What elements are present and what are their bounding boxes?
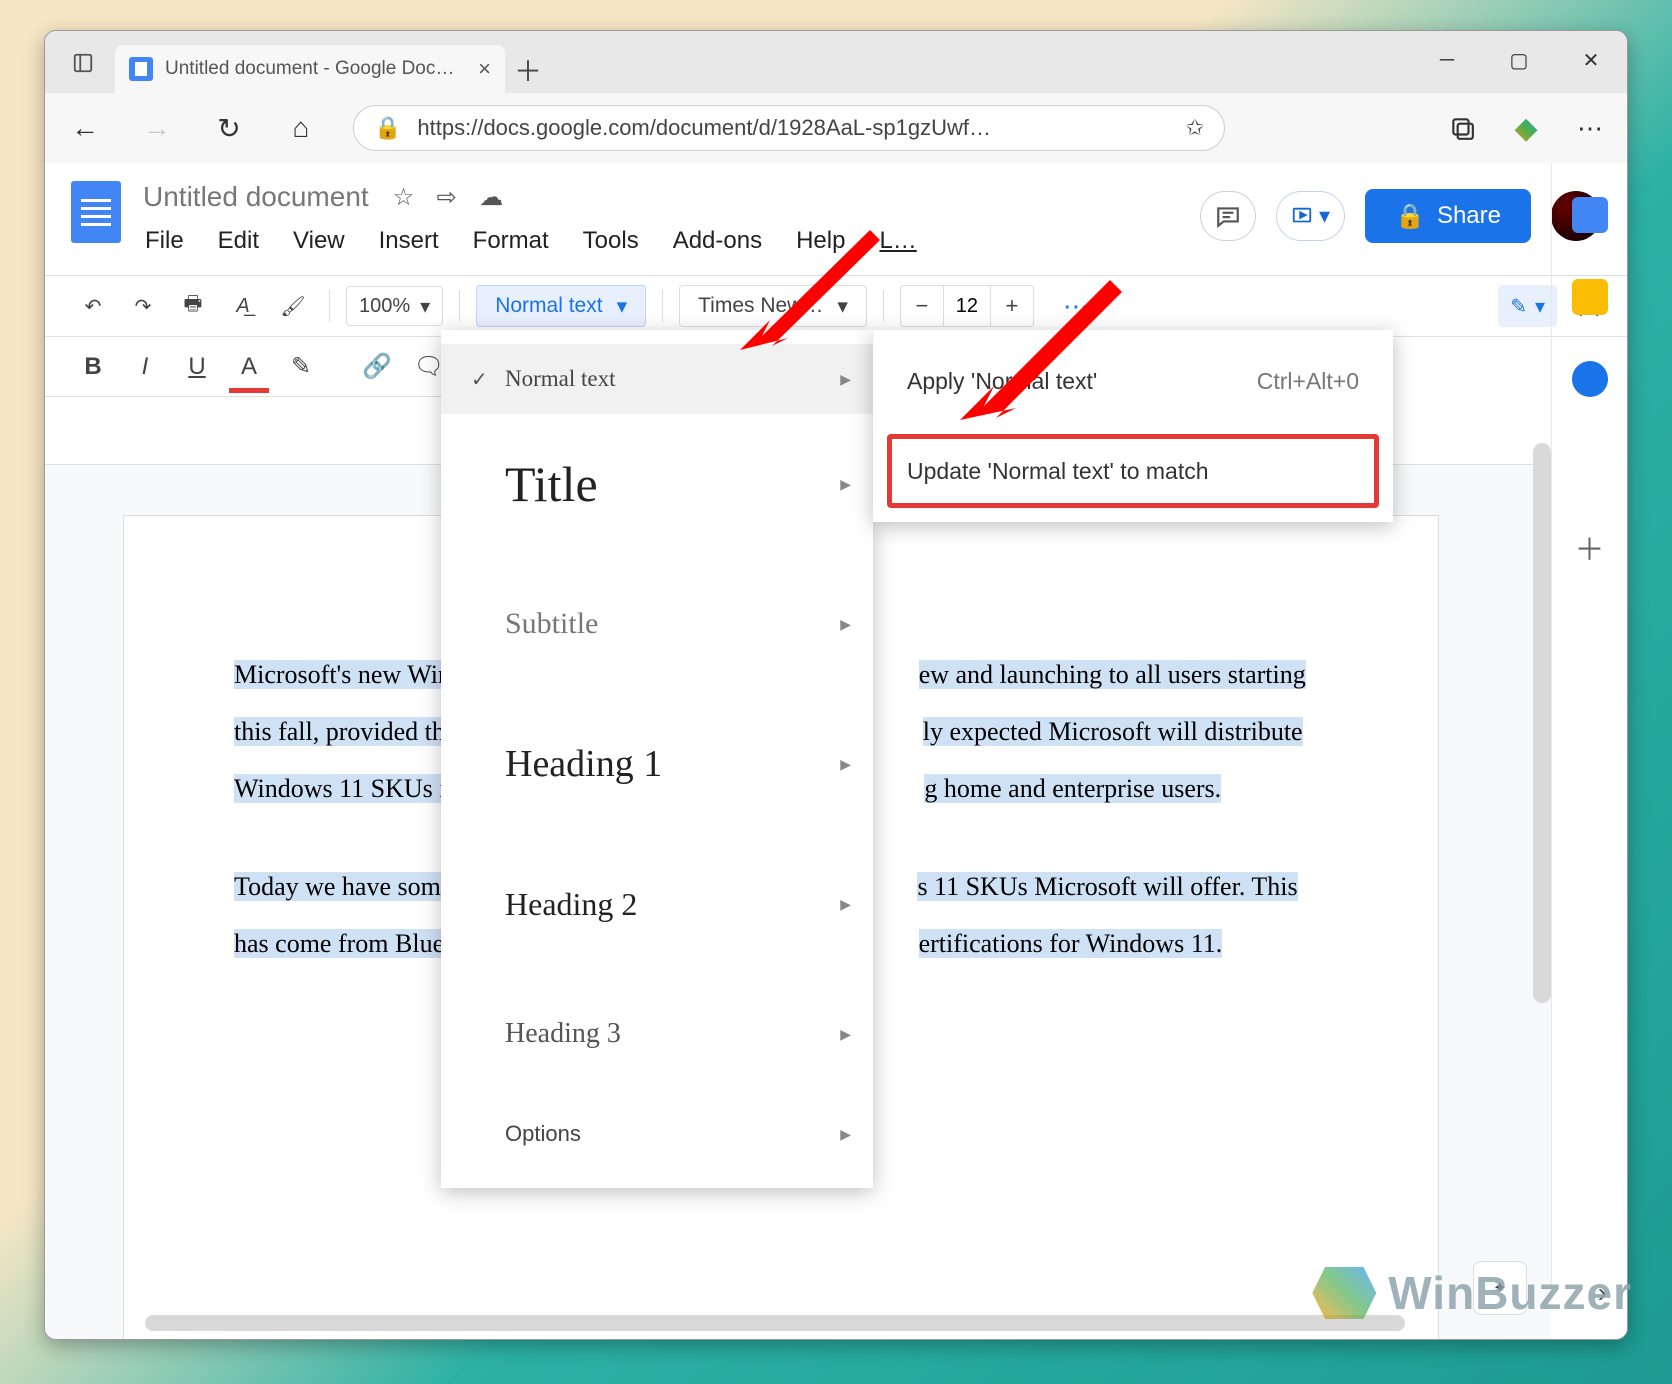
extension-icon[interactable]: ◆ bbox=[1509, 111, 1543, 145]
watermark-logo-icon bbox=[1312, 1267, 1376, 1319]
back-button[interactable]: ← bbox=[65, 108, 105, 148]
chevron-right-icon: ▶ bbox=[840, 476, 851, 493]
new-tab-button[interactable]: ＋ bbox=[505, 47, 551, 93]
move-icon[interactable]: ⇨ bbox=[437, 184, 457, 211]
chevron-right-icon: ▶ bbox=[840, 896, 851, 913]
chevron-down-icon: ▾ bbox=[617, 294, 628, 319]
menu-format[interactable]: Format bbox=[471, 225, 551, 257]
chevron-down-icon: ▾ bbox=[1535, 294, 1545, 319]
url-text: https://docs.google.com/document/d/1928A… bbox=[417, 115, 1169, 141]
print-button[interactable]: 🖶 bbox=[173, 286, 213, 326]
chevron-right-icon: ▶ bbox=[840, 756, 851, 773]
italic-button[interactable]: I bbox=[125, 347, 165, 387]
share-label: Share bbox=[1437, 202, 1501, 230]
paragraph-style-dropdown[interactable]: Normal text ▾ bbox=[476, 285, 646, 327]
vertical-scrollbar[interactable] bbox=[1533, 443, 1551, 1003]
present-button[interactable]: ▾ bbox=[1276, 191, 1345, 241]
add-addon-button[interactable]: ＋ bbox=[1572, 529, 1608, 565]
lock-icon: 🔒 bbox=[374, 115, 401, 141]
highlight-button[interactable]: ✎ bbox=[281, 347, 321, 387]
menu-dots-icon[interactable]: ⋯ bbox=[1573, 111, 1607, 145]
insert-link-button[interactable]: 🔗 bbox=[357, 347, 397, 387]
chevron-right-icon: ▶ bbox=[840, 1026, 851, 1043]
style-item-heading2[interactable]: Heading 2 ▶ bbox=[441, 834, 873, 974]
spellcheck-button[interactable]: A̲ bbox=[223, 286, 263, 326]
zoom-value: 100% bbox=[359, 295, 410, 318]
horizontal-scrollbar[interactable] bbox=[145, 1315, 1405, 1331]
tab-title: Untitled document - Google Doc… bbox=[165, 58, 454, 80]
style-item-subtitle[interactable]: Subtitle ▶ bbox=[441, 554, 873, 694]
style-item-title[interactable]: Title ▶ bbox=[441, 414, 873, 554]
style-item-heading3[interactable]: Heading 3 ▶ bbox=[441, 974, 873, 1094]
favorite-icon[interactable]: ✩ bbox=[1186, 115, 1204, 141]
address-bar[interactable]: 🔒 https://docs.google.com/document/d/192… bbox=[353, 105, 1225, 151]
window-maximize-button[interactable]: ▢ bbox=[1483, 31, 1555, 89]
titlebar: Untitled document - Google Doc… × ＋ ─ ▢ … bbox=[45, 31, 1627, 93]
window-close-button[interactable]: ✕ bbox=[1555, 31, 1627, 89]
bold-button[interactable]: B bbox=[73, 347, 113, 387]
collections-icon[interactable] bbox=[1445, 111, 1479, 145]
tasks-icon[interactable] bbox=[1572, 361, 1608, 397]
docs-favicon-icon bbox=[129, 57, 153, 81]
docs-logo-icon[interactable] bbox=[71, 181, 121, 243]
refresh-button[interactable]: ↻ bbox=[209, 108, 249, 148]
watermark: WinBuzzer bbox=[1312, 1266, 1632, 1320]
chevron-down-icon: ▾ bbox=[420, 294, 430, 319]
calendar-icon[interactable] bbox=[1572, 197, 1608, 233]
shortcut-text: Ctrl+Alt+0 bbox=[1257, 368, 1359, 395]
menu-tools[interactable]: Tools bbox=[581, 225, 641, 257]
zoom-dropdown[interactable]: 100% ▾ bbox=[346, 286, 443, 326]
chevron-right-icon: ▶ bbox=[840, 616, 851, 633]
lock-icon: 🔒 bbox=[1395, 202, 1425, 231]
undo-button[interactable]: ↶ bbox=[73, 286, 113, 326]
paint-format-button[interactable]: 🖌 bbox=[273, 286, 313, 326]
menu-edit[interactable]: Edit bbox=[216, 225, 261, 257]
annotation-arrow-2 bbox=[960, 270, 1140, 450]
side-panel-rail: ＋ bbox=[1551, 163, 1627, 1289]
menu-insert[interactable]: Insert bbox=[377, 225, 441, 257]
menu-file[interactable]: File bbox=[143, 225, 186, 257]
chevron-down-icon: ▾ bbox=[1319, 203, 1330, 229]
paragraph-style-menu: ✓ Normal text ▶ Title ▶ Subtitle ▶ Headi… bbox=[441, 330, 873, 1188]
side-tabs-button[interactable] bbox=[65, 45, 101, 81]
home-button[interactable]: ⌂ bbox=[281, 108, 321, 148]
menubar: File Edit View Insert Format Tools Add-o… bbox=[143, 225, 1178, 257]
browser-tab[interactable]: Untitled document - Google Doc… × bbox=[115, 45, 505, 93]
underline-button[interactable]: U bbox=[177, 347, 217, 387]
style-item-options[interactable]: Options ▶ bbox=[441, 1094, 873, 1174]
style-label: Normal text bbox=[495, 294, 602, 318]
window-minimize-button[interactable]: ─ bbox=[1411, 31, 1483, 89]
tab-close-icon[interactable]: × bbox=[478, 56, 491, 82]
share-button[interactable]: 🔒 Share bbox=[1365, 189, 1531, 243]
decrease-size-button[interactable]: − bbox=[901, 286, 943, 326]
address-bar-row: ← → ↻ ⌂ 🔒 https://docs.google.com/docume… bbox=[45, 93, 1627, 163]
annotation-arrow-1 bbox=[740, 220, 900, 380]
cloud-status-icon[interactable]: ☁ bbox=[479, 184, 503, 211]
style-item-heading1[interactable]: Heading 1 ▶ bbox=[441, 694, 873, 834]
star-icon[interactable]: ☆ bbox=[393, 184, 415, 211]
redo-button[interactable]: ↷ bbox=[123, 286, 163, 326]
text-color-button[interactable]: A bbox=[229, 347, 269, 387]
menu-view[interactable]: View bbox=[291, 225, 347, 257]
keep-icon[interactable] bbox=[1572, 279, 1608, 315]
check-icon: ✓ bbox=[471, 367, 505, 392]
doc-title[interactable]: Untitled document bbox=[143, 181, 369, 213]
forward-button[interactable]: → bbox=[137, 108, 177, 148]
pencil-icon: ✎ bbox=[1510, 294, 1527, 319]
editing-mode-dropdown[interactable]: ✎ ▾ bbox=[1498, 285, 1557, 327]
chevron-right-icon: ▶ bbox=[840, 1126, 851, 1143]
comments-button[interactable] bbox=[1200, 191, 1256, 241]
